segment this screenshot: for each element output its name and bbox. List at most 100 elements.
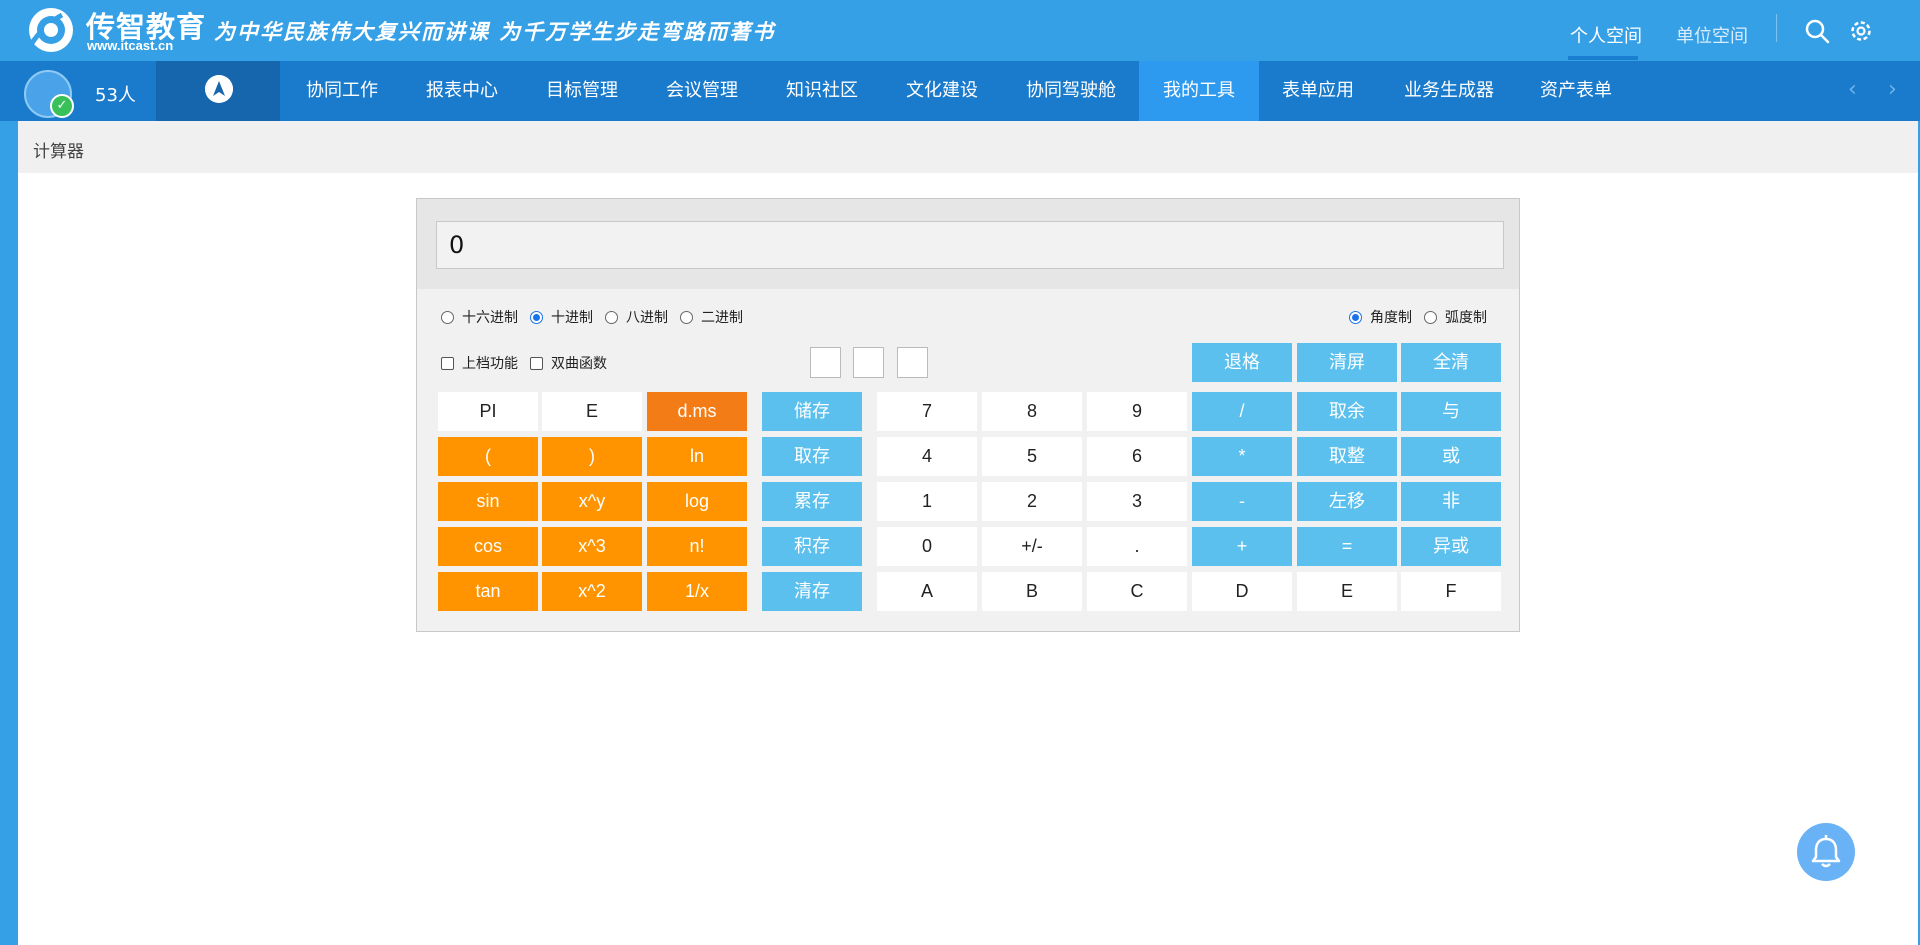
memory-multiply-button[interactable]: 积存 bbox=[762, 527, 862, 566]
angle-radian-option[interactable]: 弧度制 bbox=[1424, 307, 1487, 327]
memory-recall-button[interactable]: 取存 bbox=[762, 437, 862, 476]
radio-degree[interactable] bbox=[1349, 310, 1362, 324]
page-title: 计算器 bbox=[33, 142, 84, 162]
or-button[interactable]: 或 bbox=[1401, 437, 1501, 476]
memory-store-button[interactable]: 储存 bbox=[762, 392, 862, 431]
subtract-button[interactable]: - bbox=[1192, 482, 1292, 521]
digit-0-button[interactable]: 0 bbox=[877, 527, 977, 566]
digit-8-button[interactable]: 8 bbox=[982, 392, 1082, 431]
function-options: 上档功能 双曲函数 bbox=[441, 353, 619, 373]
integer-button[interactable]: 取整 bbox=[1297, 437, 1397, 476]
nav-item-goals[interactable]: 目标管理 bbox=[528, 61, 636, 121]
radio-bin[interactable] bbox=[680, 310, 693, 324]
nav-item-culture[interactable]: 文化建设 bbox=[888, 61, 996, 121]
gear-icon[interactable] bbox=[1848, 18, 1874, 44]
search-icon[interactable] bbox=[1804, 18, 1830, 44]
checkbox-shift[interactable] bbox=[441, 356, 454, 370]
personal-space-link[interactable]: 个人空间 bbox=[1570, 22, 1642, 48]
and-button[interactable]: 与 bbox=[1401, 392, 1501, 431]
cube-button[interactable]: x^3 bbox=[542, 527, 642, 566]
nav-item-reports[interactable]: 报表中心 bbox=[408, 61, 516, 121]
hyperbolic-option[interactable]: 双曲函数 bbox=[530, 353, 607, 373]
base-hex-option[interactable]: 十六进制 bbox=[441, 307, 518, 327]
checkbox-hyperbolic[interactable] bbox=[530, 356, 543, 370]
decimal-button[interactable]: . bbox=[1087, 527, 1187, 566]
e-constant-button[interactable]: E bbox=[542, 392, 642, 431]
digit-4-button[interactable]: 4 bbox=[877, 437, 977, 476]
multiply-button[interactable]: * bbox=[1192, 437, 1292, 476]
shift-option[interactable]: 上档功能 bbox=[441, 353, 518, 373]
nav-item-meetings[interactable]: 会议管理 bbox=[648, 61, 756, 121]
unit-space-link[interactable]: 单位空间 bbox=[1676, 22, 1748, 48]
digit-1-button[interactable]: 1 bbox=[877, 482, 977, 521]
hex-f-button[interactable]: F bbox=[1401, 572, 1501, 611]
xor-button[interactable]: 异或 bbox=[1401, 527, 1501, 566]
memory-clear-button[interactable]: 清存 bbox=[762, 572, 862, 611]
memory-add-button[interactable]: 累存 bbox=[762, 482, 862, 521]
base-selector: 十六进制 十进制 八进制 二进制 bbox=[441, 307, 755, 327]
nav-item-assets[interactable]: 资产表单 bbox=[1522, 61, 1630, 121]
tan-button[interactable]: tan bbox=[438, 572, 538, 611]
radio-oct[interactable] bbox=[605, 310, 618, 324]
hex-d-button[interactable]: D bbox=[1192, 572, 1292, 611]
active-link-underline bbox=[1568, 56, 1638, 60]
shift-left-button[interactable]: 左移 bbox=[1297, 482, 1397, 521]
nav-next-icon[interactable]: › bbox=[1888, 77, 1897, 102]
open-paren-button[interactable]: ( bbox=[438, 437, 538, 476]
nav-item-form-apps[interactable]: 表单应用 bbox=[1264, 61, 1372, 121]
nav-prev-icon[interactable]: ‹ bbox=[1848, 77, 1857, 102]
cos-button[interactable]: cos bbox=[438, 527, 538, 566]
people-count: 53人 bbox=[95, 85, 136, 106]
header-divider bbox=[1776, 14, 1777, 42]
base-oct-option[interactable]: 八进制 bbox=[605, 307, 668, 327]
not-button[interactable]: 非 bbox=[1401, 482, 1501, 521]
digit-9-button[interactable]: 9 bbox=[1087, 392, 1187, 431]
nav-item-collab[interactable]: 协同工作 bbox=[288, 61, 396, 121]
radio-dec[interactable] bbox=[530, 310, 543, 324]
close-paren-button[interactable]: ) bbox=[542, 437, 642, 476]
add-button[interactable]: + bbox=[1192, 527, 1292, 566]
digit-6-button[interactable]: 6 bbox=[1087, 437, 1187, 476]
pi-button[interactable]: PI bbox=[438, 392, 538, 431]
angle-radian-label: 弧度制 bbox=[1445, 310, 1487, 326]
nav-home-button[interactable] bbox=[156, 61, 280, 121]
digit-3-button[interactable]: 3 bbox=[1087, 482, 1187, 521]
clear-all-button[interactable]: 全清 bbox=[1401, 343, 1501, 382]
backspace-button[interactable]: 退格 bbox=[1192, 343, 1292, 382]
calculator: 0 十六进制 十进制 八进制 二进制 角度制 弧度制 上档功能 双曲函数 退格 … bbox=[416, 198, 1520, 632]
hex-c-button[interactable]: C bbox=[1087, 572, 1187, 611]
angle-degree-option[interactable]: 角度制 bbox=[1349, 307, 1412, 327]
base-bin-option[interactable]: 二进制 bbox=[680, 307, 743, 327]
online-check-icon: ✓ bbox=[50, 94, 74, 118]
hex-b-button[interactable]: B bbox=[982, 572, 1082, 611]
dms-button[interactable]: d.ms bbox=[647, 392, 747, 431]
square-button[interactable]: x^2 bbox=[542, 572, 642, 611]
nav-item-builder[interactable]: 业务生成器 bbox=[1390, 61, 1508, 121]
radio-hex[interactable] bbox=[441, 310, 454, 324]
nav-item-knowledge[interactable]: 知识社区 bbox=[768, 61, 876, 121]
digit-2-button[interactable]: 2 bbox=[982, 482, 1082, 521]
notification-button[interactable] bbox=[1797, 823, 1855, 881]
radio-radian[interactable] bbox=[1424, 310, 1437, 324]
divide-button[interactable]: / bbox=[1192, 392, 1292, 431]
sin-button[interactable]: sin bbox=[438, 482, 538, 521]
nav-item-cockpit[interactable]: 协同驾驶舱 bbox=[1008, 61, 1134, 121]
log-button[interactable]: log bbox=[647, 482, 747, 521]
equals-button[interactable]: = bbox=[1297, 527, 1397, 566]
power-button[interactable]: x^y bbox=[542, 482, 642, 521]
base-dec-option[interactable]: 十进制 bbox=[530, 307, 593, 327]
nav-item-my-tools[interactable]: 我的工具 bbox=[1139, 61, 1259, 121]
top-banner: 传智教育 www.itcast.cn 为中华民族伟大复兴而讲课 为千万学生步走弯… bbox=[0, 0, 1920, 61]
reciprocal-button[interactable]: 1/x bbox=[647, 572, 747, 611]
digit-5-button[interactable]: 5 bbox=[982, 437, 1082, 476]
digit-7-button[interactable]: 7 bbox=[877, 392, 977, 431]
negate-button[interactable]: +/- bbox=[982, 527, 1082, 566]
factorial-button[interactable]: n! bbox=[647, 527, 747, 566]
ln-button[interactable]: ln bbox=[647, 437, 747, 476]
hex-e-button[interactable]: E bbox=[1297, 572, 1397, 611]
clear-entry-button[interactable]: 清屏 bbox=[1297, 343, 1397, 382]
calc-display[interactable]: 0 bbox=[436, 221, 1504, 269]
hex-a-button[interactable]: A bbox=[877, 572, 977, 611]
shift-label: 上档功能 bbox=[462, 356, 518, 372]
mod-button[interactable]: 取余 bbox=[1297, 392, 1397, 431]
